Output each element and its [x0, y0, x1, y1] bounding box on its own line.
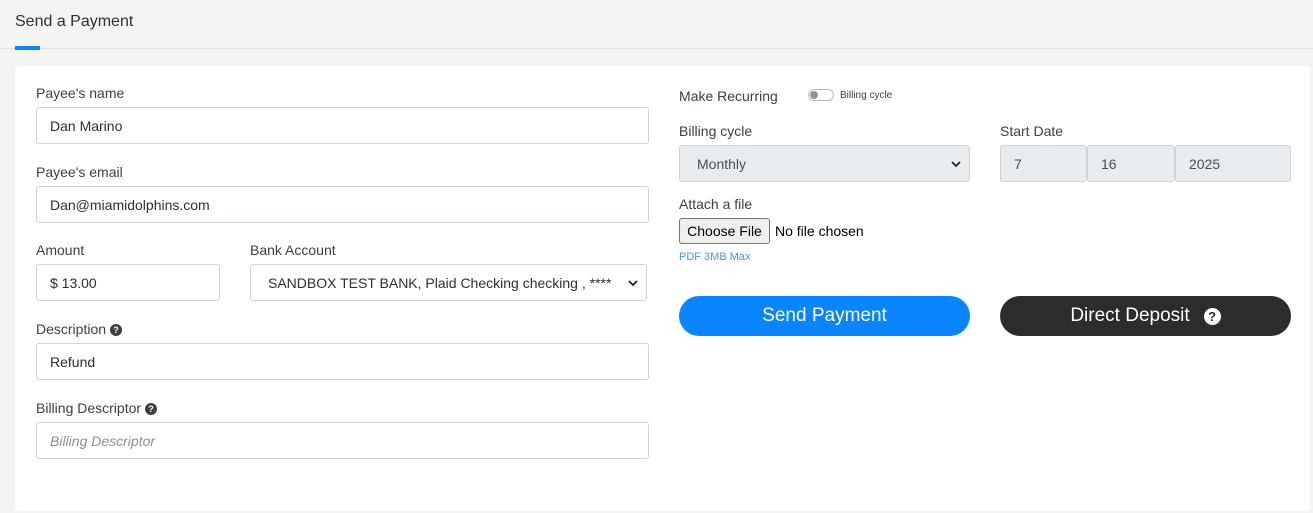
direct-deposit-label: Direct Deposit	[1070, 305, 1190, 326]
direct-deposit-button[interactable]: Direct Deposit ?	[1000, 296, 1291, 336]
toggle-knob	[810, 91, 818, 99]
question-circle-icon[interactable]: ?	[145, 403, 158, 415]
billing-descriptor-label-text: Billing Descriptor	[36, 400, 142, 416]
payee-name-input[interactable]	[36, 107, 649, 144]
file-status: No file chosen	[775, 223, 864, 239]
chevron-down-icon	[628, 280, 638, 287]
bank-account-select[interactable]: SANDBOX TEST BANK, Plaid Checking checki…	[250, 264, 647, 301]
attach-file-label: Attach a file	[679, 196, 753, 212]
chevron-down-icon	[951, 161, 961, 168]
billing-cycle-label: Billing cycle	[679, 123, 753, 139]
start-year-input[interactable]	[1175, 145, 1291, 182]
billing-cycle-value: Monthly	[697, 155, 747, 172]
make-recurring-label: Make Recurring	[679, 88, 778, 104]
start-month-input[interactable]	[1000, 145, 1087, 182]
page-header: Send a Payment	[0, 0, 1313, 50]
description-input[interactable]	[36, 343, 649, 380]
payee-email-label: Payee's email	[36, 164, 123, 180]
page-title[interactable]: Send a Payment	[15, 13, 133, 31]
send-payment-label: Send Payment	[762, 305, 887, 326]
start-day-input[interactable]	[1087, 145, 1175, 182]
toggle-label: Billing cycle	[840, 90, 893, 101]
billing-descriptor-input[interactable]	[36, 422, 649, 459]
send-payment-button[interactable]: Send Payment	[679, 296, 970, 336]
active-tab-indicator	[15, 46, 40, 50]
file-size-hint: PDF 3MB Max	[679, 251, 751, 263]
payee-name-label: Payee's name	[36, 85, 125, 101]
bank-account-value: SANDBOX TEST BANK, Plaid Checking checki…	[268, 274, 612, 291]
billing-descriptor-label: Billing Descriptor?	[36, 400, 158, 416]
description-label-text: Description	[36, 321, 107, 337]
billing-cycle-select[interactable]: Monthly	[679, 145, 970, 182]
amount-label: Amount	[36, 242, 85, 258]
payee-email-input[interactable]	[36, 186, 649, 223]
bank-account-label: Bank Account	[250, 242, 336, 258]
description-label: Description?	[36, 321, 123, 337]
choose-file-button[interactable]: Choose File	[679, 218, 770, 244]
question-circle-icon[interactable]: ?	[110, 324, 123, 336]
amount-input[interactable]	[36, 264, 220, 301]
question-circle-icon: ?	[1203, 307, 1221, 325]
recurring-toggle[interactable]	[808, 89, 834, 101]
start-date-label: Start Date	[1000, 123, 1064, 139]
